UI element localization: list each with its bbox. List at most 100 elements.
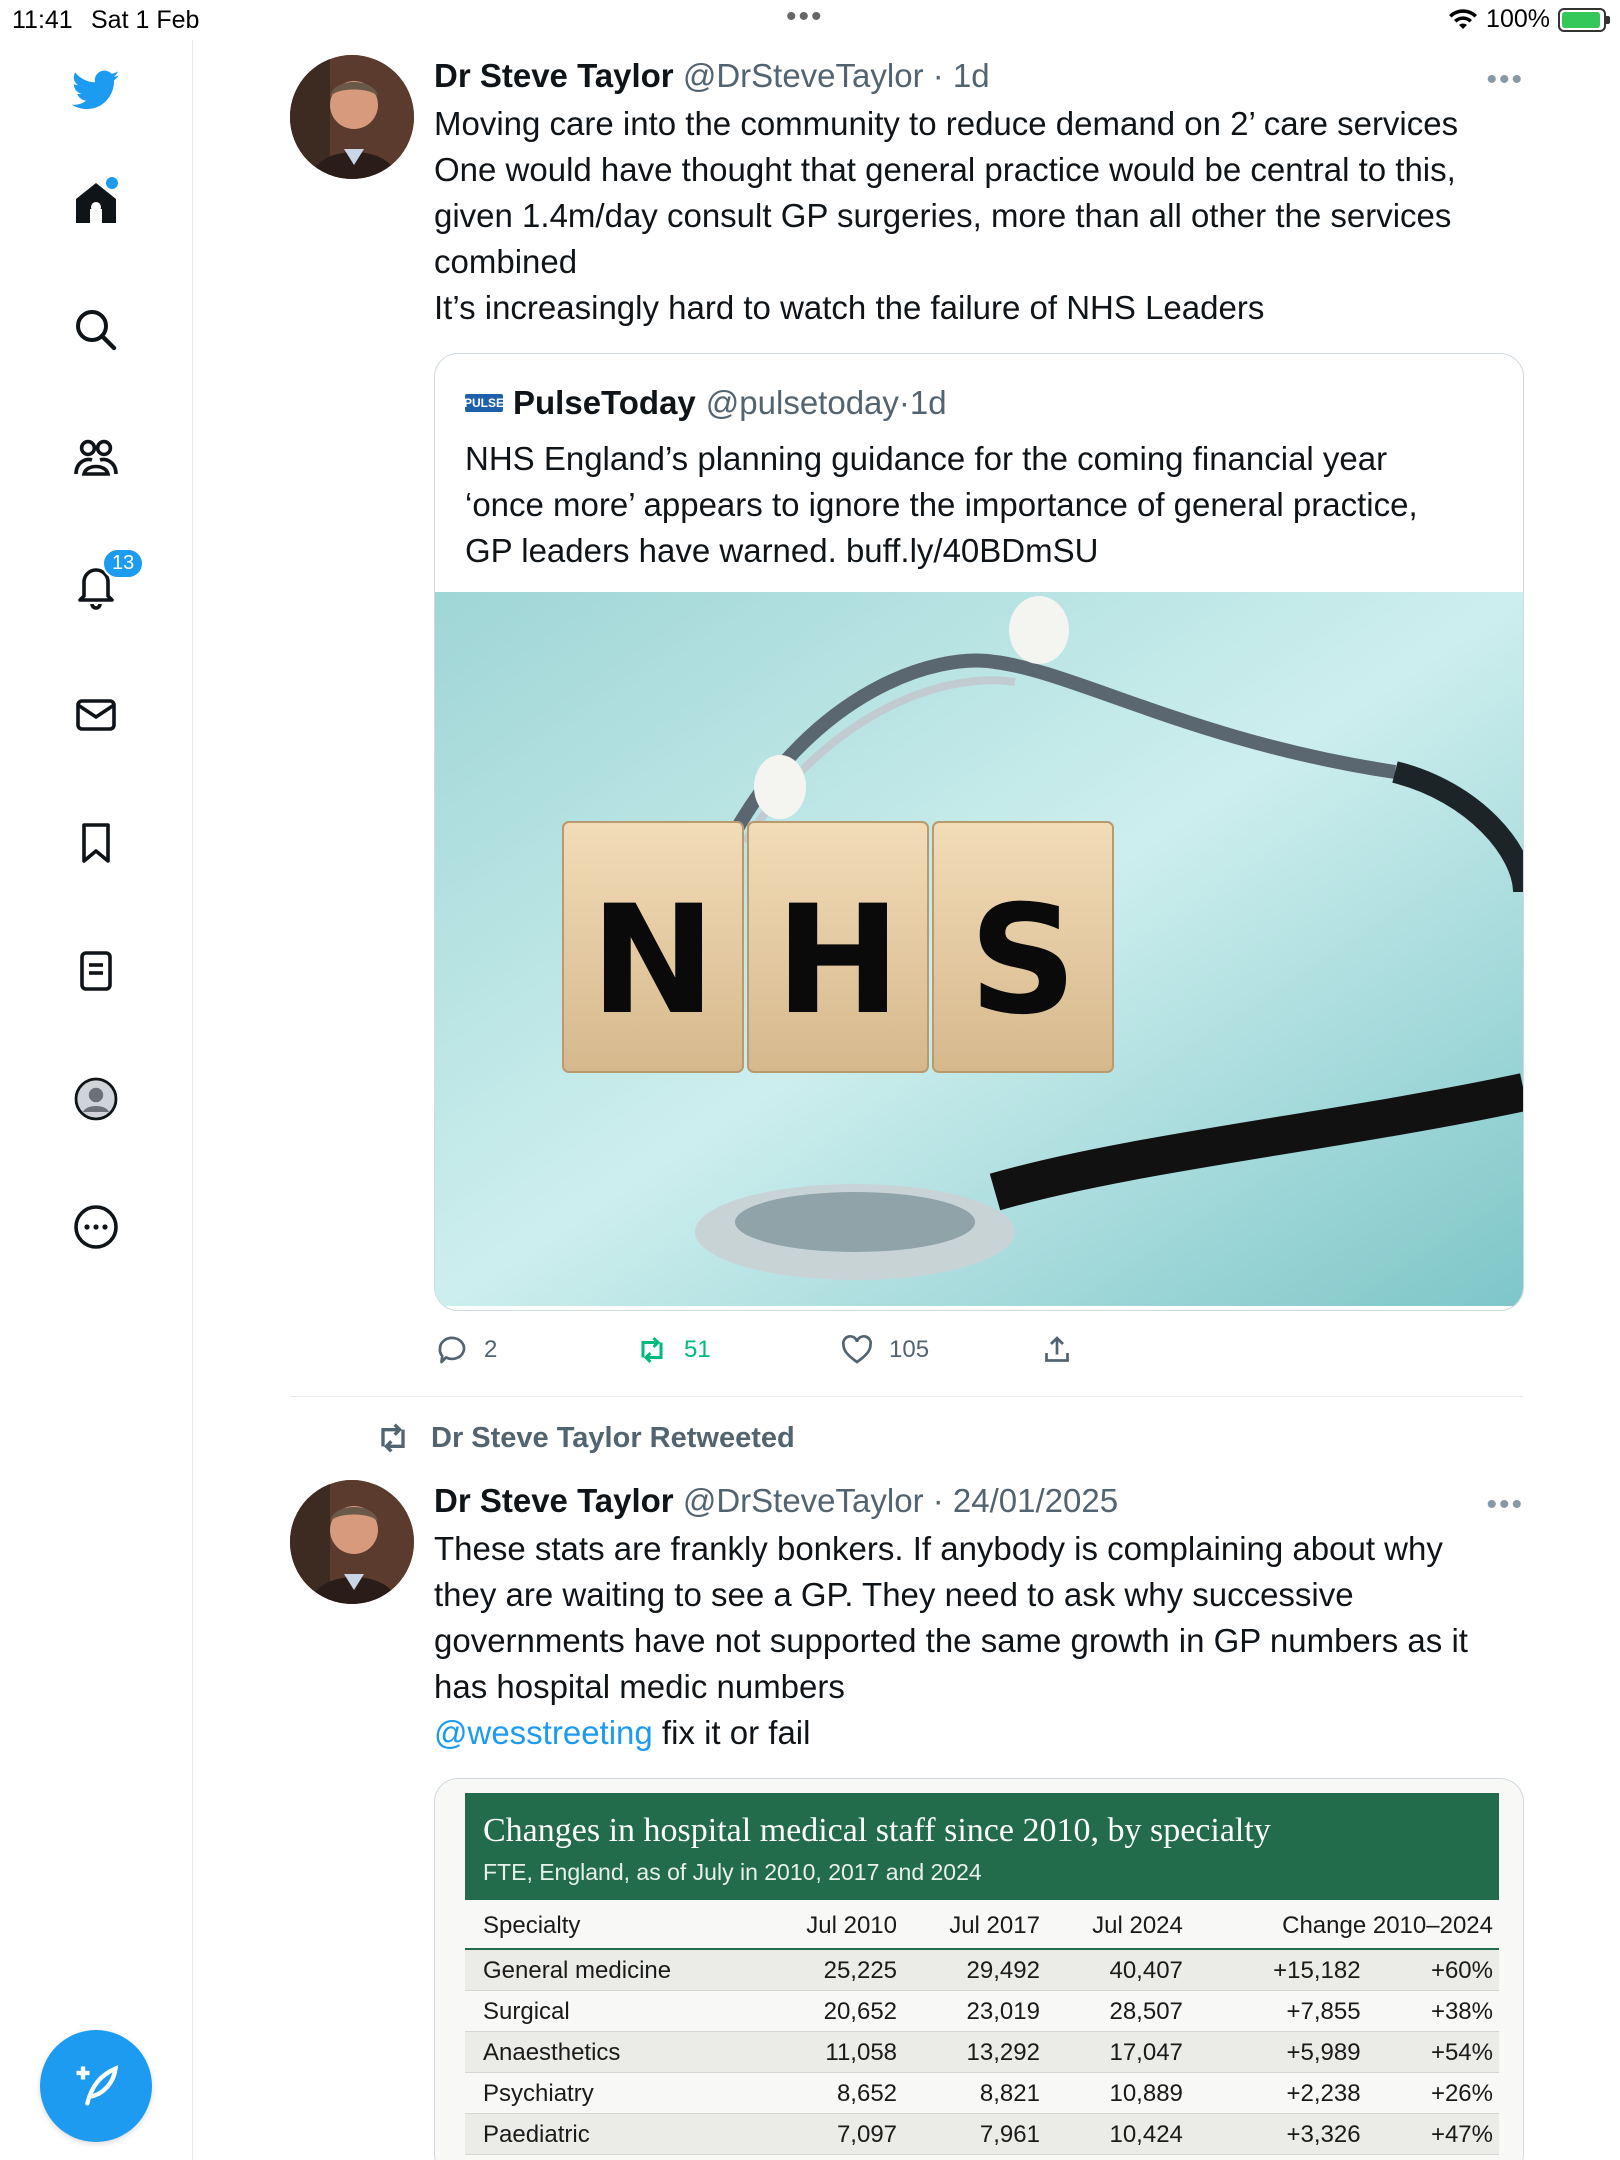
tweet-actions: 2 51 105 xyxy=(434,1325,1524,1375)
quoted-author-handle: @pulsetoday xyxy=(705,384,899,421)
notifications-bell-icon[interactable]: 13 xyxy=(66,548,145,616)
reply-button[interactable]: 2 xyxy=(434,1332,634,1368)
retweet-button[interactable]: 51 xyxy=(634,1332,839,1368)
tweet-more-icon[interactable]: ••• xyxy=(1486,1484,1524,1526)
status-time: 11:41 xyxy=(12,6,73,34)
author-name[interactable]: Dr Steve Taylor xyxy=(434,57,674,94)
table-cell: 8,652 xyxy=(760,2072,904,2114)
multitasking-dots-icon[interactable]: ••• xyxy=(786,0,824,34)
status-right: 100% xyxy=(1448,5,1610,34)
like-button[interactable]: 105 xyxy=(839,1332,1039,1368)
retweet-count: 51 xyxy=(684,1336,711,1363)
quoted-text-line: ‘once more’ appears to ignore the import… xyxy=(465,486,1418,523)
tweet-time[interactable]: 24/01/2025 xyxy=(953,1482,1118,1519)
author-name[interactable]: Dr Steve Taylor xyxy=(434,1482,674,1519)
table-cell: Psychiatry xyxy=(465,2072,761,2114)
messages-mail-icon[interactable] xyxy=(66,685,126,745)
table-row: Anaesthetics 11,058 13,292 17,047 +5,989… xyxy=(465,2031,1499,2073)
table-cell: +26% xyxy=(1366,2072,1499,2114)
quoted-text-line: GP leaders have warned. buff.ly/40BDmSU xyxy=(465,532,1099,569)
table-cell: 8,821 xyxy=(903,2072,1046,2114)
tweet-text-line: combined xyxy=(434,243,578,280)
home-icon[interactable] xyxy=(66,173,126,233)
nhs-stethoscope-image[interactable]: N H S xyxy=(435,592,1524,1306)
status-bar: 11:41 Sat 1 Feb ••• 100% xyxy=(0,0,1620,40)
table-cell: +47% xyxy=(1366,2113,1499,2155)
table-cell: 20,652 xyxy=(760,1990,904,2032)
retweeted-label[interactable]: Dr Steve Taylor Retweeted xyxy=(431,1422,795,1455)
tweet-text-line: @wesstreeting fix it or fail xyxy=(434,1710,1524,1756)
share-button[interactable] xyxy=(1039,1332,1075,1368)
table-cell: Anaesthetics xyxy=(465,2031,761,2073)
avatar[interactable] xyxy=(290,1480,414,1604)
reply-icon xyxy=(438,1336,466,1364)
lists-icon[interactable] xyxy=(66,941,126,1001)
retweeted-banner: Dr Steve Taylor Retweeted xyxy=(373,1418,795,1458)
tweet-text-line: Moving care into the community to reduce… xyxy=(434,105,1459,142)
table-cell: 7,097 xyxy=(760,2113,904,2155)
table-cell: 28,507 xyxy=(1045,1990,1189,2032)
bookmark-icon[interactable] xyxy=(66,813,126,873)
communities-icon[interactable] xyxy=(66,428,126,488)
nhs-letter: S xyxy=(969,874,1077,1048)
table-cell: Surgical xyxy=(465,1990,761,2032)
retweet-icon xyxy=(641,1336,663,1364)
tweet-text-line: It’s increasingly hard to watch the fail… xyxy=(434,289,1265,326)
compose-feather-icon xyxy=(76,2065,119,2106)
table-row: Paediatric 7,097 7,961 10,424 +3,326 +47… xyxy=(465,2113,1499,2155)
table-cell: 29,492 xyxy=(903,1949,1046,1991)
nhs-letter: H xyxy=(775,874,901,1048)
tweet-more-icon[interactable]: ••• xyxy=(1486,59,1524,101)
column-header: Specialty xyxy=(465,1900,761,1950)
table-cell: 10,424 xyxy=(1045,2113,1189,2155)
heart-icon xyxy=(842,1335,872,1364)
table-cell: 13,292 xyxy=(903,2031,1046,2073)
nhs-letter: N xyxy=(590,874,716,1048)
table-cell: 10,889 xyxy=(1045,2072,1189,2114)
tweet-time[interactable]: 1d xyxy=(953,57,990,94)
search-icon[interactable] xyxy=(66,300,126,360)
status-date: Sat 1 Feb xyxy=(91,6,200,34)
tweet-header: Dr Steve Taylor @DrSteveTaylor · 24/01/2… xyxy=(434,1480,1524,1522)
twitter-logo-icon[interactable] xyxy=(66,60,126,120)
tweet-text-line: These stats are frankly bonkers. If anyb… xyxy=(434,1530,1443,1567)
column-header: Change 2010–2024 xyxy=(1188,1900,1499,1950)
author-handle[interactable]: @DrSteveTaylor xyxy=(683,1482,924,1519)
table-row: Psychiatry 8,652 8,821 10,889 +2,238 +26… xyxy=(465,2072,1499,2114)
quoted-tweet[interactable]: PULSE PulseToday @pulsetoday · 1d NHS En… xyxy=(434,353,1524,1311)
profile-avatar-icon[interactable] xyxy=(66,1069,126,1129)
table-cell: 40,407 xyxy=(1045,1949,1189,1991)
table-header-row: Specialty Jul 2010 Jul 2017 Jul 2024 Cha… xyxy=(465,1900,1499,1950)
author-handle[interactable]: @DrSteveTaylor xyxy=(683,57,924,94)
tweet-text: Moving care into the community to reduce… xyxy=(434,101,1524,331)
tweet-text-line: governments have not supported the same … xyxy=(434,1622,1468,1659)
mention-link[interactable]: @wesstreeting xyxy=(434,1714,653,1751)
table-title-bar: Changes in hospital medical staff since … xyxy=(465,1793,1499,1900)
table-title: Changes in hospital medical staff since … xyxy=(483,1812,1271,1849)
table-cell: +38% xyxy=(1366,1990,1499,2032)
battery-icon xyxy=(1558,7,1610,32)
table-cell: +2,238 xyxy=(1188,2072,1367,2114)
column-header: Jul 2024 xyxy=(1045,1900,1189,1950)
tweet-text-line: they are waiting to see a GP. They need … xyxy=(434,1576,1354,1613)
staff-table-image[interactable]: Changes in hospital medical staff since … xyxy=(434,1778,1524,2160)
reply-count: 2 xyxy=(484,1336,498,1363)
staff-table: Specialty Jul 2010 Jul 2017 Jul 2024 Cha… xyxy=(465,1900,1499,2155)
table-cell: +5,989 xyxy=(1188,2031,1367,2073)
mention-suffix: fix it or fail xyxy=(652,1714,811,1751)
table-cell: 25,225 xyxy=(760,1949,904,1991)
table-cell: +15,182 xyxy=(1188,1949,1367,1991)
table-cell: 23,019 xyxy=(903,1990,1046,2032)
quoted-tweet-text: NHS England’s planning guidance for the … xyxy=(435,424,1523,592)
avatar[interactable] xyxy=(290,55,414,179)
table-cell: +3,326 xyxy=(1188,2113,1367,2155)
wifi-icon xyxy=(1449,8,1478,29)
tweet-text-line: One would have thought that general prac… xyxy=(434,151,1456,188)
table-cell: 7,961 xyxy=(903,2113,1046,2155)
tweet-text-line: given 1.4m/day consult GP surgeries, mor… xyxy=(434,197,1452,234)
more-options-icon[interactable] xyxy=(66,1197,126,1257)
tweet-text-line: has hospital medic numbers xyxy=(434,1668,845,1705)
table-cell: +54% xyxy=(1366,2031,1499,2073)
compose-tweet-button[interactable] xyxy=(40,2030,152,2142)
share-icon xyxy=(1045,1336,1069,1362)
